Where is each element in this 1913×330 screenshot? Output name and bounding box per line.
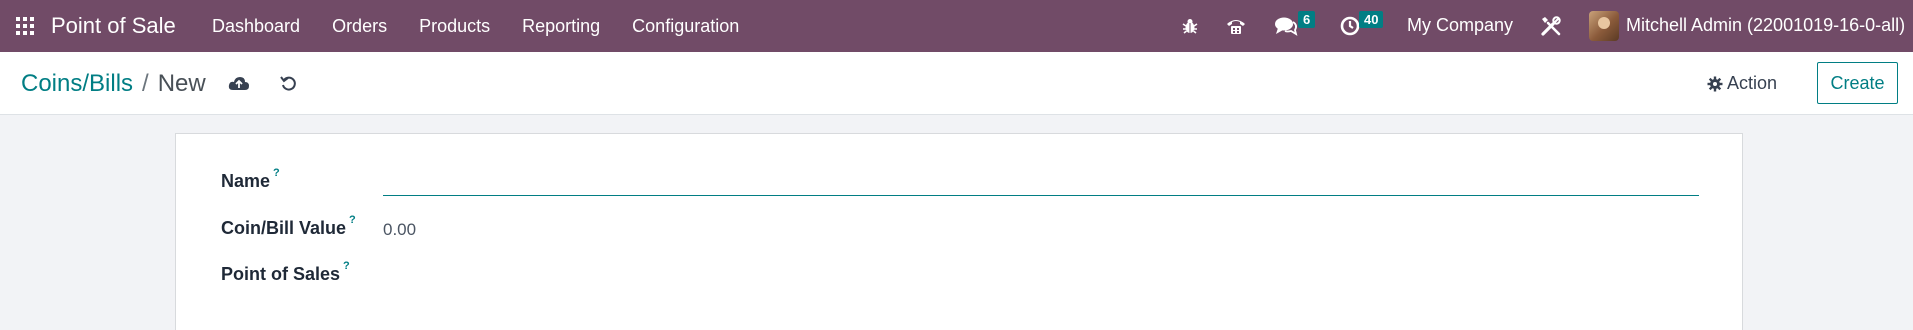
name-input[interactable]: [383, 164, 1699, 196]
breadcrumb: Coins/Bills / New: [21, 69, 206, 99]
name-help-tooltip[interactable]: ?: [273, 167, 280, 179]
form-sheet: Name? Coin/Bill Value? 0.00 Point of Sal…: [175, 133, 1743, 330]
create-button[interactable]: Create: [1817, 62, 1898, 104]
coin-bill-value-field[interactable]: 0.00: [383, 220, 416, 240]
messages-badge: 6: [1298, 11, 1316, 28]
breadcrumb-current: New: [157, 70, 206, 97]
value-help-tooltip[interactable]: ?: [349, 214, 356, 226]
point-of-sales-label: Point of Sales?: [221, 260, 350, 285]
main-menu: Dashboard Orders Products Reporting Conf…: [196, 0, 755, 52]
control-panel: Coins/Bills / New Action Create: [0, 52, 1913, 115]
point-of-sales-label-text: Point of Sales: [221, 264, 341, 284]
save-cloud-icon[interactable]: [227, 72, 251, 96]
chat-icon[interactable]: [1274, 14, 1298, 38]
menu-orders[interactable]: Orders: [316, 0, 403, 52]
name-label-text: Name: [221, 171, 271, 191]
menu-configuration[interactable]: Configuration: [616, 0, 755, 52]
action-label: Action: [1727, 73, 1778, 93]
menu-products[interactable]: Products: [403, 0, 506, 52]
breadcrumb-separator: /: [142, 70, 149, 97]
action-menu-button[interactable]: Action: [1707, 73, 1777, 94]
gear-icon: [1707, 76, 1723, 91]
point-of-sales-field[interactable]: [383, 256, 783, 284]
user-avatar[interactable]: [1589, 11, 1619, 41]
bug-icon[interactable]: [1178, 14, 1202, 38]
app-brand[interactable]: Point of Sale: [51, 13, 176, 39]
discard-undo-icon[interactable]: [277, 72, 301, 96]
user-menu[interactable]: Mitchell Admin (22001019-16-0-all): [1626, 15, 1905, 36]
breadcrumb-coins-bills[interactable]: Coins/Bills: [21, 70, 133, 97]
apps-icon[interactable]: [16, 17, 34, 35]
menu-dashboard[interactable]: Dashboard: [196, 0, 316, 52]
coin-bill-value-label: Coin/Bill Value?: [221, 214, 356, 239]
pos-help-tooltip[interactable]: ?: [343, 260, 350, 272]
coin-bill-value-label-text: Coin/Bill Value: [221, 218, 347, 238]
activities-badge: 40: [1359, 11, 1384, 28]
name-label: Name?: [221, 167, 280, 192]
main-navbar: Point of Sale Dashboard Orders Products …: [0, 0, 1913, 52]
menu-reporting[interactable]: Reporting: [506, 0, 616, 52]
phone-icon[interactable]: [1224, 14, 1248, 38]
company-switcher[interactable]: My Company: [1407, 15, 1513, 36]
tools-icon[interactable]: [1539, 14, 1563, 38]
